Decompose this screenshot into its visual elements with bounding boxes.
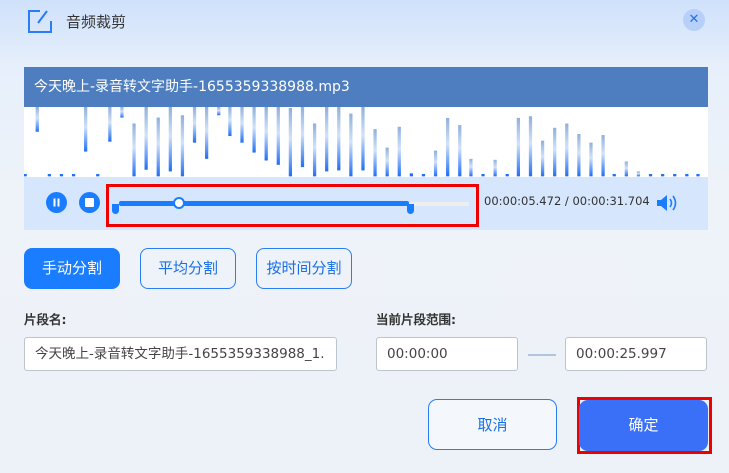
waveform-bar [469,158,473,177]
waveform-bar [288,107,293,177]
waveform-bar [192,107,197,143]
waveform-bar [144,107,148,170]
confirm-button[interactable]: 确定 [579,400,708,451]
waveform-bar [96,174,100,177]
player-controls: 00:00:05.472 / 00:00:31.704 [24,177,708,230]
waveform-bar [24,174,27,177]
waveform-bar [132,123,136,177]
edit-icon [28,10,52,33]
range-start-input[interactable]: 00:00:00 [376,337,518,371]
waveform-bar [217,107,221,116]
waveform-bar [361,107,365,171]
waveform-bar [540,140,545,177]
total-time: 00:00:31.704 [572,194,650,208]
waveform-bar [433,150,438,177]
range-dash [528,354,556,356]
manual-split-tab[interactable]: 手动分割 [24,248,120,289]
segment-name-input[interactable]: 今天晚上-录音转文字助手-1655359338988_1. [24,337,337,371]
waveform-bar [481,174,485,177]
waveform-bar [240,107,244,143]
waveform[interactable] [24,107,708,177]
waveform-bar [337,107,341,171]
waveform-bar [180,115,185,177]
waveform-bar [577,134,581,177]
waveform-bar [458,125,462,177]
range-end-handle[interactable] [407,204,414,214]
waveform-bar [516,117,521,177]
waveform-bar [264,107,268,161]
volume-icon[interactable] [655,193,679,213]
waveform-bar [624,161,628,177]
waveform-bar [589,142,593,177]
waveform-bar [108,107,112,142]
close-icon: ✕ [688,12,700,27]
waveform-bar [276,107,280,165]
selected-range-fill [119,201,409,206]
waveform-bar [612,174,616,177]
waveform-bar [312,123,317,177]
waveform-bar [696,174,700,177]
waveform-bar [648,174,653,177]
waveform-bar [636,171,641,177]
stop-icon [85,198,94,207]
waveform-bar [325,107,329,172]
waveform-bar [35,107,39,132]
waveform-bar [493,159,497,177]
cancel-button[interactable]: 取消 [428,399,557,450]
waveform-bar [528,116,533,177]
waveform-bar [601,135,605,177]
waveform-bar [205,107,209,159]
dialog-title: 音频裁剪 [66,13,127,31]
pause-icon [53,198,60,207]
waveform-bar [565,123,569,177]
waveform-bar [661,174,665,177]
waveform-bar [553,127,557,177]
audio-player-panel: 今天晚上-录音转文字助手-1655359338988.mp3 00:00:05.… [24,67,708,230]
stop-button[interactable] [79,192,100,213]
waveform-bar [71,174,76,177]
close-button[interactable]: ✕ [683,9,705,31]
file-name: 今天晚上-录音转文字助手-1655359338988.mp3 [24,67,708,107]
range-start-handle[interactable] [112,204,119,214]
waveform-bar [446,117,450,177]
time-split-tab[interactable]: 按时间分割 [256,248,352,289]
waveform-bar [252,107,256,153]
time-separator: / [564,194,569,208]
waveform-bar [47,174,51,177]
waveform-bar [505,174,509,177]
segment-range-label: 当前片段范围: [376,312,456,327]
waveform-bar [385,147,389,177]
waveform-bar [156,117,160,177]
waveform-bar [373,129,377,177]
waveform-bar [59,174,64,177]
time-readout: 00:00:05.472 / 00:00:31.704 [484,194,650,208]
range-end-input[interactable]: 00:00:25.997 [565,337,707,371]
segment-name-label: 片段名: [24,312,67,327]
current-time: 00:00:05.472 [484,194,562,208]
waveform-bar [228,107,232,137]
waveform-bar [397,126,401,177]
waveform-bar [673,174,677,177]
waveform-bar [168,107,172,172]
waveform-bar [120,107,124,118]
waveform-bar [409,173,413,177]
average-split-tab[interactable]: 平均分割 [140,248,236,289]
waveform-bar [300,107,305,168]
waveform-bar [84,107,88,152]
pause-button[interactable] [46,192,67,213]
waveform-bar [685,174,689,177]
waveform-bar [349,113,353,177]
waveform-bar [421,174,426,177]
playhead-knob[interactable] [173,197,185,209]
